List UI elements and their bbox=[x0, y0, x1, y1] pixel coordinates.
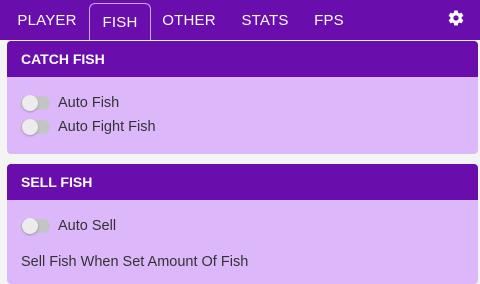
tab-stats[interactable]: STATS bbox=[234, 0, 296, 40]
sell-fish-panel: SELL FISH Auto Sell Sell Fish When Set A… bbox=[7, 164, 478, 284]
auto-fight-fish-toggle-row[interactable]: Auto Fight Fish bbox=[21, 117, 156, 137]
auto-fish-toggle-row[interactable]: Auto Fish bbox=[21, 93, 119, 113]
sell-fish-header: SELL FISH bbox=[7, 164, 478, 200]
toggle-knob bbox=[22, 119, 38, 135]
auto-fish-label: Auto Fish bbox=[58, 95, 120, 111]
gear-icon[interactable] bbox=[447, 9, 465, 27]
auto-sell-toggle[interactable] bbox=[21, 218, 50, 234]
auto-fight-fish-toggle[interactable] bbox=[21, 119, 50, 135]
tab-fps[interactable]: FPS bbox=[308, 0, 350, 40]
toggle-knob bbox=[22, 95, 38, 111]
tab-player[interactable]: PLAYER bbox=[10, 0, 84, 40]
auto-sell-toggle-row[interactable]: Auto Sell bbox=[21, 216, 116, 236]
catch-fish-header: CATCH FISH bbox=[7, 41, 478, 77]
auto-sell-label: Auto Sell bbox=[58, 218, 117, 234]
sell-amount-label: Sell Fish When Set Amount Of Fish bbox=[21, 254, 249, 270]
tab-fish[interactable]: FISH bbox=[89, 3, 151, 40]
top-navigation-bar: PLAYER FISH OTHER STATS FPS bbox=[0, 0, 480, 40]
auto-fish-toggle[interactable] bbox=[21, 95, 50, 111]
catch-fish-panel: CATCH FISH Auto Fish Auto Fight Fish bbox=[7, 41, 478, 154]
auto-fight-fish-label: Auto Fight Fish bbox=[58, 119, 156, 135]
toggle-knob bbox=[22, 218, 38, 234]
tab-other[interactable]: OTHER bbox=[158, 0, 220, 40]
